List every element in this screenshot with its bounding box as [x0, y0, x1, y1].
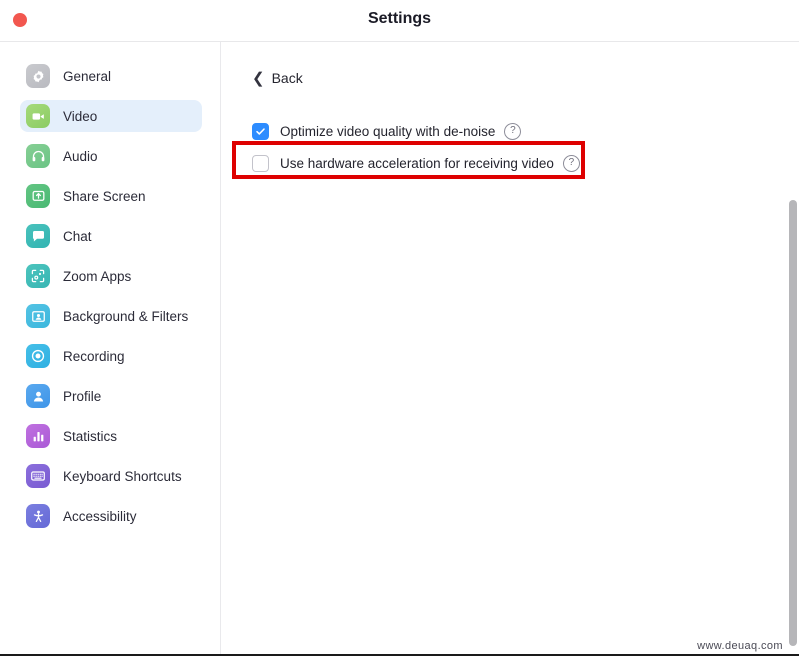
sidebar-item-label: Recording	[63, 348, 125, 364]
sidebar-item-keyboard-shortcuts[interactable]: Keyboard Shortcuts	[20, 460, 202, 492]
back-button-label: Back	[271, 70, 303, 86]
check-icon	[256, 127, 265, 135]
sidebar-item-label: Accessibility	[63, 508, 137, 524]
sidebar-item-chat[interactable]: Chat	[20, 220, 202, 252]
sidebar-item-profile[interactable]: Profile	[20, 380, 202, 412]
sidebar-item-accessibility[interactable]: Accessibility	[20, 500, 202, 532]
window-title: Settings	[367, 10, 432, 27]
video-icon	[26, 104, 50, 128]
sidebar-item-video[interactable]: Video	[20, 100, 202, 132]
option-label-optimize-video-quality: Optimize video quality with de-noise	[280, 123, 496, 139]
site-url-watermark: www.deuaq.com	[697, 640, 783, 652]
vertical-scrollbar-thumb[interactable]	[789, 200, 797, 646]
zoom-apps-icon	[26, 264, 50, 288]
recording-icon	[26, 344, 50, 368]
option-row-hardware-acceleration: Use hardware acceleration for receiving …	[252, 152, 580, 174]
back-button[interactable]: ❮ Back	[252, 70, 303, 86]
option-row-optimize-video-quality: Optimize video quality with de-noise ?	[252, 120, 522, 142]
sidebar-item-label: Chat	[63, 228, 92, 244]
headphones-icon	[26, 144, 50, 168]
chat-icon	[26, 224, 50, 248]
sidebar-item-label: Audio	[63, 148, 98, 164]
sidebar-item-share-screen[interactable]: Share Screen	[20, 180, 202, 212]
checkbox-optimize-video-quality[interactable]	[252, 122, 269, 140]
title-bar: Settings	[0, 0, 799, 42]
sidebar-item-label: Statistics	[63, 428, 118, 444]
sidebar-item-recording[interactable]: Recording	[20, 340, 202, 372]
sidebar-item-label: Keyboard Shortcuts	[63, 468, 182, 484]
sidebar-item-label: Video	[63, 108, 98, 124]
checkbox-hardware-acceleration[interactable]	[252, 154, 269, 172]
accessibility-icon	[26, 504, 50, 528]
sidebar-item-statistics[interactable]: Statistics	[20, 420, 202, 452]
sidebar-item-label: Zoom Apps	[63, 268, 132, 284]
profile-icon	[26, 384, 50, 408]
background-filters-icon	[26, 304, 50, 328]
gear-icon	[26, 64, 50, 88]
sidebar-item-audio[interactable]: Audio	[20, 140, 202, 172]
sidebar-item-zoom-apps[interactable]: Zoom Apps	[20, 260, 202, 292]
settings-content-panel: ❮ Back Optimize video quality with de-no…	[221, 42, 799, 656]
keyboard-icon	[26, 464, 50, 488]
chevron-left-icon: ❮	[252, 69, 265, 87]
sidebar-item-label: Background & Filters	[63, 308, 189, 324]
share-screen-icon	[26, 184, 50, 208]
question-mark-icon-hardware-acceleration[interactable]: ?	[562, 154, 580, 172]
sidebar-item-label: General	[63, 68, 112, 84]
settings-sidebar: General Video Audio Share Screen Chat Zoom Ap…	[0, 42, 221, 656]
sidebar-item-background-filters[interactable]: Background & Filters	[20, 300, 202, 332]
sidebar-item-label: Profile	[63, 388, 102, 404]
option-label-hardware-acceleration: Use hardware acceleration for receiving …	[280, 155, 554, 171]
statistics-icon	[26, 424, 50, 448]
sidebar-item-general[interactable]: General	[20, 60, 202, 92]
question-mark-icon-optimize-video-quality[interactable]: ?	[504, 122, 522, 140]
sidebar-item-label: Share Screen	[63, 188, 146, 204]
